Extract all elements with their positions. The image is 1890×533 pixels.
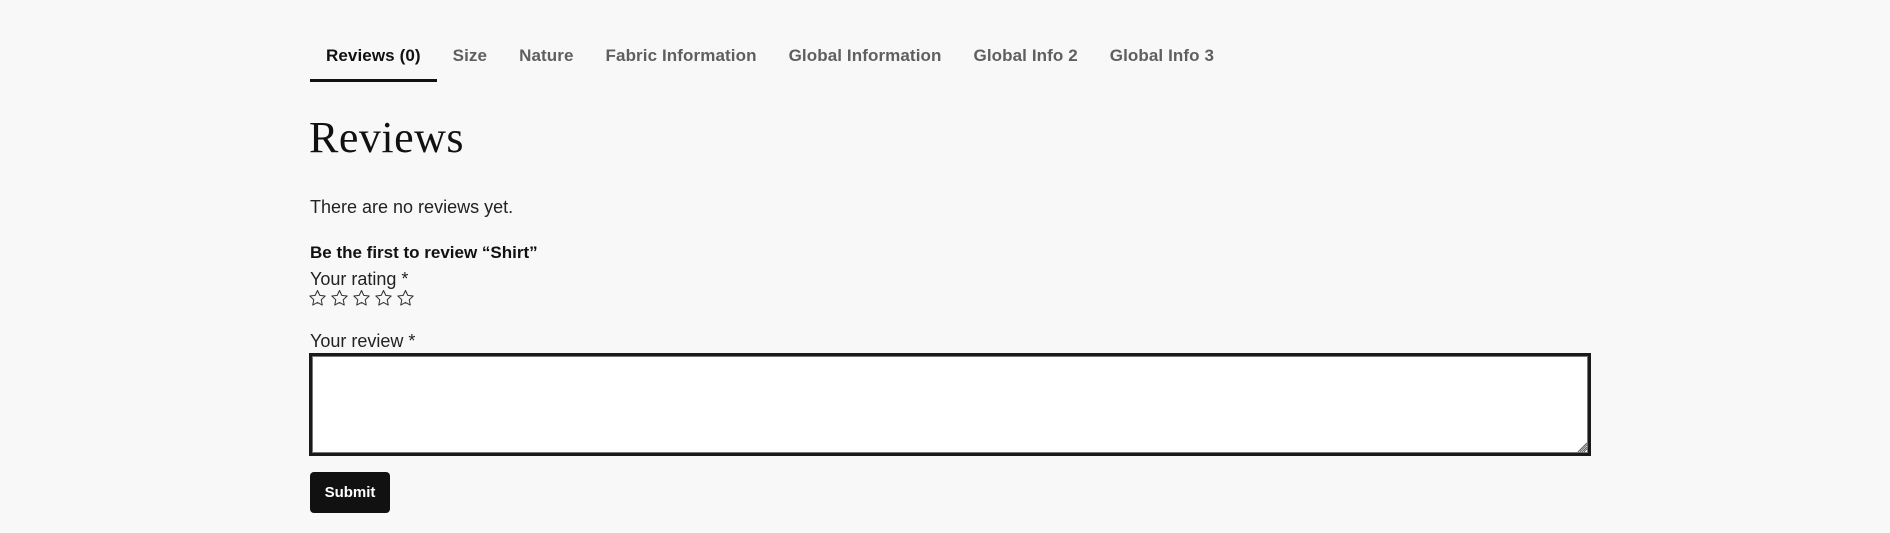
star-1-icon[interactable] — [308, 288, 327, 308]
submit-button[interactable]: Submit — [310, 472, 390, 513]
star-2-icon[interactable] — [330, 288, 349, 308]
tab-nature[interactable]: Nature — [503, 38, 589, 82]
review-label: Your review * — [310, 331, 416, 351]
star-5-icon[interactable] — [396, 288, 415, 308]
star-4-icon[interactable] — [374, 288, 393, 308]
tab-size[interactable]: Size — [437, 38, 503, 82]
tab-global-info-2[interactable]: Global Info 2 — [958, 38, 1094, 82]
star-rating — [308, 288, 415, 308]
product-tabs: Reviews (0) Size Nature Fabric Informati… — [310, 38, 1230, 82]
star-3-icon[interactable] — [352, 288, 371, 308]
no-reviews-message: There are no reviews yet. — [310, 197, 514, 217]
tab-fabric-information[interactable]: Fabric Information — [590, 38, 773, 82]
rating-label: Your rating * — [310, 269, 409, 289]
review-form-title: Be the first to review “Shirt” — [310, 243, 538, 262]
reviews-title: Reviews — [309, 113, 465, 162]
tab-global-information[interactable]: Global Information — [773, 38, 958, 82]
tab-reviews[interactable]: Reviews (0) — [310, 38, 437, 82]
tab-global-info-3[interactable]: Global Info 3 — [1094, 38, 1230, 82]
review-textarea[interactable] — [309, 353, 1591, 456]
